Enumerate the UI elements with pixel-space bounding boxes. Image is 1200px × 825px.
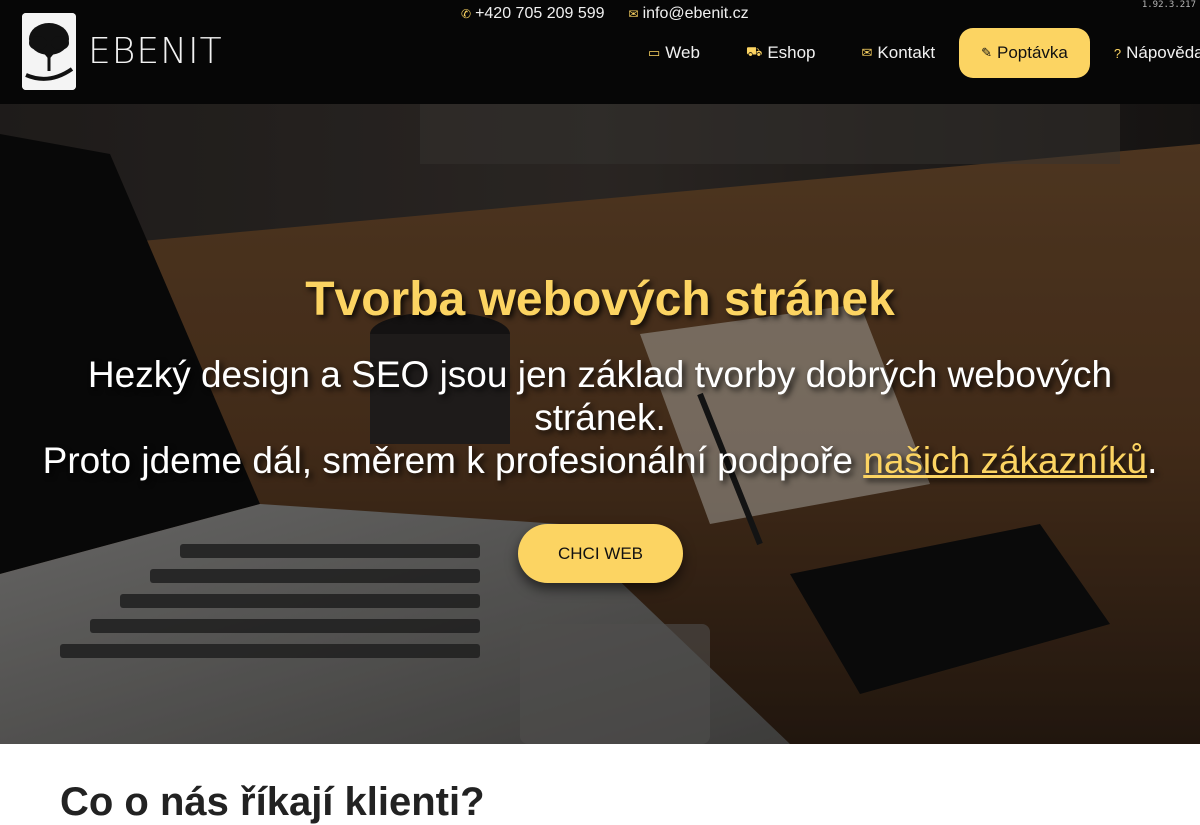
tree-icon	[22, 13, 76, 90]
site-header: EBENIT ✆ +420 705 209 599 ✉ info@ebenit.…	[0, 0, 1200, 109]
nav-item-web[interactable]: ▭ Web	[628, 28, 720, 109]
testimonials-title: Co o nás říkají klienti?	[60, 780, 485, 824]
hero-subtitle-line1: Hezký design a SEO jsou jen základ tvorb…	[87, 354, 1113, 438]
hero-title: Tvorba webových stránek	[305, 273, 895, 326]
nav-label-kontakt: Kontakt	[877, 43, 936, 62]
contact-bar: ✆ +420 705 209 599 ✉ info@ebenit.cz	[461, 5, 749, 23]
edit-icon: ✎	[981, 45, 992, 60]
hero-subtitle-suffix: .	[1147, 440, 1158, 481]
hero-subtitle-line2: Proto jdeme dál, směrem k profesionální …	[0, 439, 1200, 482]
envelope-icon: ✉	[861, 45, 873, 60]
cart-icon: ⛟	[745, 44, 763, 59]
phone-number: +420 705 209 599	[475, 5, 605, 22]
nav-item-kontakt[interactable]: ✉ Kontakt	[842, 28, 956, 78]
phone-link[interactable]: ✆ +420 705 209 599	[461, 5, 605, 23]
chci-web-button[interactable]: CHCI WEB	[518, 524, 683, 583]
nav-label-eshop: Eshop	[767, 43, 816, 62]
nav-label-web: Web	[665, 43, 700, 62]
hero-section: Tvorba webových stránek Hezký design a S…	[0, 104, 1200, 744]
customers-link[interactable]: našich zákazníků	[863, 440, 1147, 481]
desktop-icon: ▭	[648, 45, 661, 60]
question-icon: ?	[1113, 45, 1122, 61]
logo-link[interactable]: EBENIT	[22, 13, 223, 90]
nav-item-eshop[interactable]: ⛟ Eshop	[720, 28, 842, 78]
brand-name: EBENIT	[88, 31, 223, 72]
main-nav: ▭ Web ⛟ Eshop ✉ Kontakt ✎ Poptávka ? Náp…	[628, 28, 1200, 109]
nav-label-napoveda: Nápověda	[1126, 43, 1200, 62]
nav-item-napoveda[interactable]: ? Nápověda	[1094, 28, 1200, 78]
envelope-icon: ✉	[628, 7, 639, 21]
phone-icon: ✆	[461, 7, 472, 21]
version-label: 1.92.3.217	[1141, 0, 1196, 10]
hero-subtitle-prefix: Proto jdeme dál, směrem k profesionální …	[42, 440, 864, 481]
email-link[interactable]: ✉ info@ebenit.cz	[629, 5, 749, 23]
email-address: info@ebenit.cz	[642, 5, 749, 22]
nav-item-poptavka[interactable]: ✎ Poptávka	[959, 28, 1090, 78]
nav-label-poptavka: Poptávka	[996, 43, 1068, 62]
